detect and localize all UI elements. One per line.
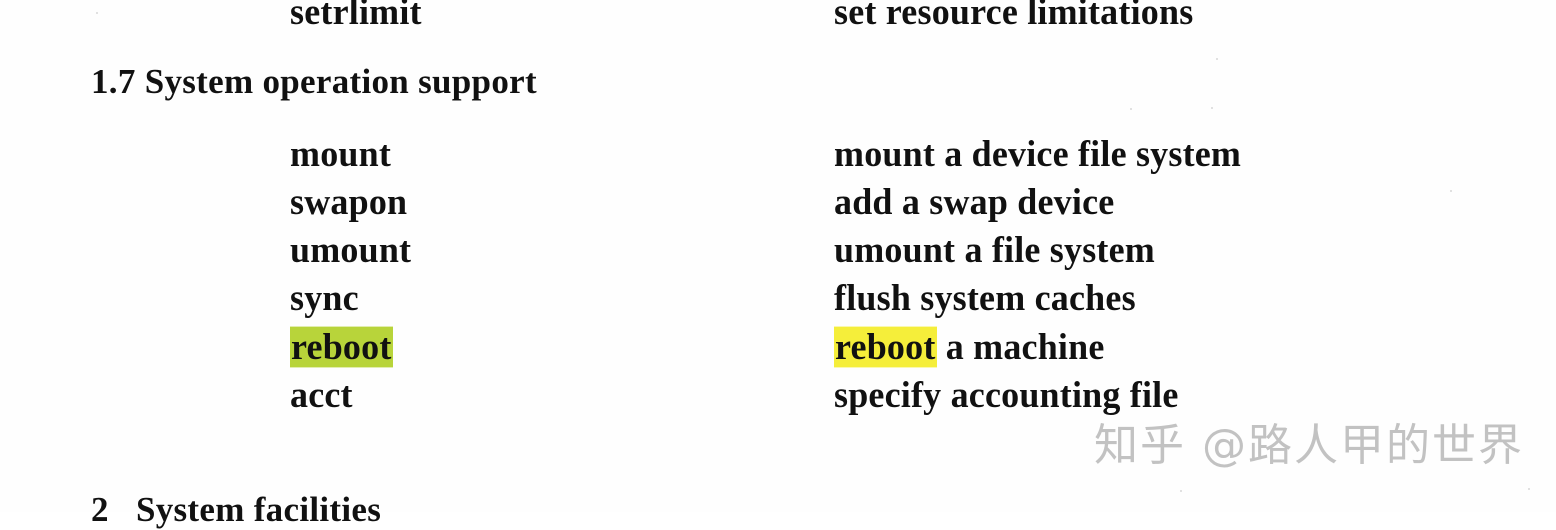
description-umount: umount a file system [834,229,1155,271]
description-reboot-rest: a machine [936,326,1105,368]
command-acct: acct [290,374,353,416]
highlighted-word-reboot: reboot [834,326,937,368]
command-sync: sync [290,277,359,319]
command-mount: mount [290,133,392,175]
description-mount: mount a device file system [834,133,1242,175]
watermark: 知乎 @路人甲的世界 [1094,420,1524,471]
scan-speck [1211,107,1213,109]
highlighted-command-reboot: reboot [290,326,393,368]
scan-speck [96,12,98,14]
command-reboot: reboot [290,326,393,368]
scan-speck [1450,190,1452,192]
command-umount: umount [290,229,412,271]
description-setrlimit: set resource limitations [834,0,1194,33]
description-reboot: reboot a machine [834,326,1105,368]
document-page: setrlimit set resource limitations 1.7 S… [0,0,1556,529]
description-acct: specify accounting file [834,374,1179,416]
section-heading: 1.7 System operation support [91,62,537,101]
command-setrlimit: setrlimit [290,0,422,33]
scan-speck [1130,108,1132,110]
scan-speck [1180,490,1182,492]
scan-speck [1528,488,1530,490]
scan-speck [1216,58,1218,60]
next-section-heading: 2 System facilities [91,490,382,529]
description-sync: flush system caches [834,277,1136,319]
command-swapon: swapon [290,181,408,223]
description-swapon: add a swap device [834,181,1115,223]
